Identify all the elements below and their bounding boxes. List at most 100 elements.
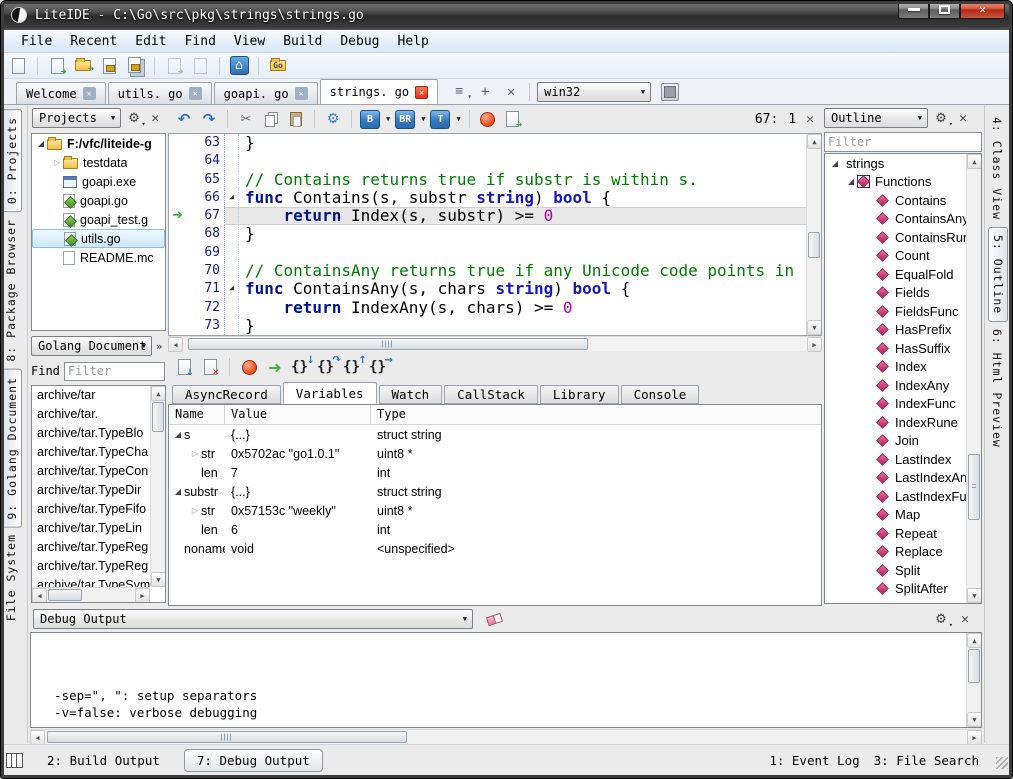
outline-row[interactable]: LastIndex xyxy=(825,450,966,469)
step-over-button[interactable]: {} xyxy=(317,357,337,377)
status-right-item[interactable]: 3: File Search xyxy=(874,753,979,768)
list-item[interactable]: archive/tar.TypeSym xyxy=(32,576,150,587)
minimize-button[interactable] xyxy=(898,0,929,19)
env-button[interactable] xyxy=(661,83,679,101)
golang-document-combo[interactable]: Golang Document ▼ xyxy=(31,336,152,356)
outline-row[interactable]: Replace xyxy=(825,543,966,562)
menu-item[interactable]: Build xyxy=(274,32,331,51)
list-item[interactable]: archive/tar.TypeFifo xyxy=(32,500,150,519)
find-filter-input[interactable] xyxy=(64,362,165,381)
step-into-button[interactable]: {} xyxy=(291,357,311,377)
breakpoint-gutter[interactable]: ➜ 70 xyxy=(169,262,225,280)
fold-column[interactable] xyxy=(225,134,239,152)
outline-row[interactable]: ContainsAny xyxy=(825,210,966,229)
outline-row[interactable]: Repeat xyxy=(825,524,966,543)
list-item[interactable]: archive/tar.TypeCha xyxy=(32,443,150,462)
menu-item[interactable]: Recent xyxy=(61,32,126,51)
tree-row[interactable]: goapi.go xyxy=(32,191,165,210)
tree-row[interactable]: ▷ testdata xyxy=(32,153,165,172)
fold-column[interactable] xyxy=(225,299,239,317)
fold-column[interactable] xyxy=(225,225,239,243)
outline-row[interactable]: HasSuffix xyxy=(825,339,966,358)
chevron-down-icon[interactable]: ▼ xyxy=(421,115,425,123)
tree-row[interactable]: ◢ F:/vfc/liteide-g xyxy=(32,134,165,153)
panel-close-button[interactable]: ✕ xyxy=(147,109,164,127)
outline-row[interactable]: ◢ Functions xyxy=(825,173,966,192)
tree-expander-icon[interactable]: ◢ xyxy=(35,139,47,148)
status-right-item[interactable]: 1: Event Log xyxy=(769,753,859,768)
list-item[interactable]: archive/tar.TypeBlo xyxy=(32,424,150,443)
debug-tab[interactable]: Library xyxy=(540,385,619,404)
build-button[interactable]: B xyxy=(360,110,380,129)
clear-output-button[interactable] xyxy=(477,610,503,628)
editor-tab[interactable]: goapi. go ✕ xyxy=(214,82,318,104)
scrollbar-thumb[interactable] xyxy=(48,589,82,601)
menu-item[interactable]: Help xyxy=(389,32,438,51)
more-button[interactable]: » xyxy=(152,336,166,356)
fold-column[interactable] xyxy=(225,280,239,298)
side-dock-tab[interactable]: 8: Package Browser xyxy=(2,212,20,369)
fold-column[interactable] xyxy=(225,262,239,280)
test-button[interactable]: T xyxy=(430,110,450,129)
scrollbar-thumb[interactable] xyxy=(808,232,820,258)
home-button[interactable]: ⌂ xyxy=(229,56,249,76)
build-run-button[interactable]: BR xyxy=(395,110,415,129)
fold-column[interactable] xyxy=(225,152,239,170)
variable-row[interactable]: len 7 int xyxy=(169,463,821,482)
side-dock-tab[interactable]: 6: Html Preview xyxy=(988,322,1006,455)
panel-gear-button[interactable]: ⚙ xyxy=(932,109,950,127)
debug-tab[interactable]: CallStack xyxy=(444,385,538,404)
tree-row[interactable]: goapi.exe xyxy=(32,172,165,191)
open-folder-button[interactable] xyxy=(73,56,93,76)
menu-item[interactable]: View xyxy=(225,32,274,51)
fold-column[interactable] xyxy=(225,317,239,335)
variable-row[interactable]: ▷ str 0x5702ac "go1.0.1" uint8 * xyxy=(169,444,821,463)
redo-button[interactable]: ↷ xyxy=(199,109,219,129)
side-dock-tab[interactable]: 9: Golang Document xyxy=(2,369,22,528)
tree-expander-icon[interactable]: ◢ xyxy=(172,487,184,496)
column-header[interactable]: Name xyxy=(169,405,225,424)
layout-columns-icon[interactable] xyxy=(6,753,23,768)
debug-tab[interactable]: AsyncRecord xyxy=(172,385,281,404)
cut-button[interactable]: ✂ xyxy=(236,109,256,129)
side-dock-tab[interactable]: 5: Outline xyxy=(988,227,1008,322)
tab-list-button[interactable]: ≡ xyxy=(448,82,470,102)
document-list-vscrollbar[interactable]: ▲ ▼ xyxy=(150,386,165,587)
panel-close-button[interactable]: ✕ xyxy=(954,109,972,127)
list-item[interactable]: archive/tar.TypeDir xyxy=(32,481,150,500)
tree-row[interactable]: utils.go xyxy=(32,229,165,248)
fold-column[interactable] xyxy=(225,207,239,225)
output-hscrollbar[interactable]: ◀ ▶ xyxy=(30,729,982,744)
close-file-button[interactable] xyxy=(190,56,210,76)
chevron-down-icon[interactable]: ▼ xyxy=(386,115,390,123)
outline-row[interactable]: LastIndexAny xyxy=(825,469,966,488)
outline-row[interactable]: EqualFold xyxy=(825,265,966,284)
new-tab-button[interactable]: + xyxy=(474,82,496,102)
panel-gear-button[interactable]: ⚙ xyxy=(932,610,950,628)
editor-tab[interactable]: strings. go ✕ xyxy=(320,79,438,104)
outline-row[interactable]: SplitAfter xyxy=(825,580,966,599)
breakpoint-gutter[interactable]: ➜ 68 xyxy=(169,225,225,243)
breakpoint-gutter[interactable]: ➜ 71 xyxy=(169,280,225,298)
fold-column[interactable] xyxy=(225,189,239,207)
breakpoint-gutter[interactable]: ➜ 64 xyxy=(169,152,225,170)
column-header[interactable]: Type xyxy=(371,405,821,424)
open-file-button[interactable] xyxy=(47,56,67,76)
side-dock-tab[interactable]: File System xyxy=(2,527,20,628)
variable-row[interactable]: ◢ s {...} struct string xyxy=(169,425,821,444)
outline-combo[interactable]: Outline ▼ xyxy=(824,108,928,128)
outline-row[interactable]: Contains xyxy=(825,191,966,210)
tree-expander-icon[interactable]: ▷ xyxy=(189,449,201,458)
debug-tab[interactable]: Variables xyxy=(283,382,377,404)
document-list-hscrollbar[interactable]: ◀ ▶ xyxy=(32,587,150,602)
outline-filter-input[interactable] xyxy=(824,132,982,152)
variable-row[interactable]: ◢ substr {...} struct string xyxy=(169,482,821,501)
projects-combo[interactable]: Projects ▼ xyxy=(32,108,121,128)
paste-button[interactable] xyxy=(286,109,306,129)
fold-column[interactable] xyxy=(225,171,239,189)
menu-item[interactable]: Debug xyxy=(331,32,388,51)
tree-expander-icon[interactable]: ▷ xyxy=(51,158,63,167)
list-item[interactable]: archive/tar xyxy=(32,386,150,405)
outline-row[interactable]: IndexFunc xyxy=(825,395,966,414)
outline-row[interactable]: Count xyxy=(825,247,966,266)
